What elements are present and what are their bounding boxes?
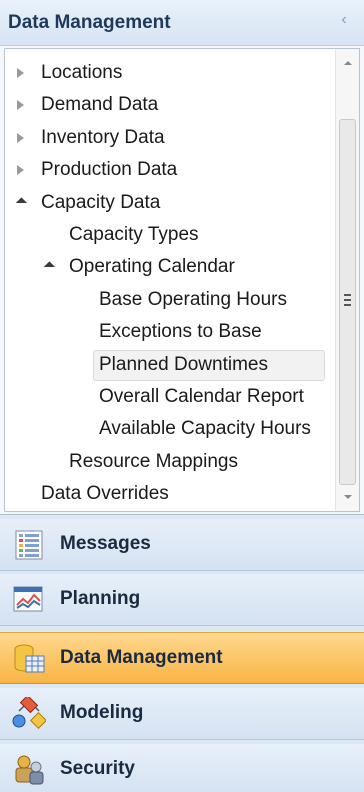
nav-button-security[interactable]: Security (0, 744, 364, 792)
tree-item-production-data[interactable]: Production Data (5, 154, 325, 186)
tree-item-label: Overall Calendar Report (99, 386, 304, 407)
navigation-tree: Locations Demand Data Inventory Data Produc… (4, 48, 360, 512)
tree-item-label: Inventory Data (41, 126, 165, 148)
chevron-left-icon[interactable]: ‹ (336, 10, 352, 30)
tree-item-capacity-types[interactable]: Capacity Types (5, 219, 325, 251)
panel-header: Data Management ‹ (0, 0, 364, 46)
nav-button-modeling[interactable]: Modeling (0, 688, 364, 740)
tree-item-overall-calendar-report[interactable]: Overall Calendar Report (5, 381, 325, 413)
planning-chart-icon (12, 583, 46, 617)
tree-item-label: Locations (41, 62, 123, 83)
tree-item-planned-downtimes[interactable]: Planned Downtimes (5, 349, 325, 381)
tree-item-label: Planned Downtimes (99, 353, 268, 375)
collapse-arrow-icon[interactable] (13, 187, 28, 219)
tree-item-label: Exceptions to Base (99, 321, 262, 343)
expand-arrow-icon[interactable] (13, 122, 27, 154)
collapse-arrow-icon[interactable] (41, 251, 56, 283)
tree-item-locations[interactable]: Locations (5, 57, 325, 89)
nav-button-label: Messages (60, 533, 151, 554)
nav-button-label: Modeling (60, 702, 144, 723)
scroll-down-arrow-icon[interactable] (336, 487, 359, 507)
tree-item-inventory-data[interactable]: Inventory Data (5, 122, 325, 154)
nav-button-label: Security (60, 758, 135, 779)
nav-button-label: Planning (60, 588, 141, 609)
expand-arrow-icon[interactable] (13, 154, 27, 186)
scroll-up-arrow-icon[interactable] (336, 53, 359, 73)
modeling-shapes-icon (12, 694, 47, 731)
tree-item-label: Capacity Types (69, 224, 199, 245)
tree-item-label: Capacity Data (41, 191, 161, 213)
navigation-pane-buttons: Messages Planning Data Management Modeling S… (0, 514, 364, 792)
expand-arrow-icon[interactable] (13, 57, 27, 89)
vertical-scrollbar[interactable] (335, 49, 359, 511)
database-table-icon (12, 642, 46, 676)
nav-button-messages[interactable]: Messages (0, 519, 364, 571)
tree-item-label: Demand Data (41, 94, 159, 116)
security-keys-icon (12, 753, 46, 787)
messages-grid-icon (12, 528, 46, 562)
tree-item-capacity-data[interactable]: Capacity Data (5, 187, 325, 219)
tree-item-base-operating-hours[interactable]: Base Operating Hours (5, 284, 325, 316)
tree-item-label: Base Operating Hours (99, 288, 287, 310)
expand-arrow-icon[interactable] (13, 89, 27, 121)
nav-button-data-management[interactable]: Data Management (0, 632, 364, 684)
grip-icon (344, 294, 351, 306)
nav-button-planning[interactable]: Planning (0, 574, 364, 626)
tree-item-exceptions-to-base[interactable]: Exceptions to Base (5, 316, 325, 348)
tree-item-resource-mappings[interactable]: Resource Mappings (5, 446, 325, 478)
tree-item-label: Available Capacity Hours (99, 418, 311, 440)
tree-item-demand-data[interactable]: Demand Data (5, 89, 325, 121)
tree-item-available-capacity-hours[interactable]: Available Capacity Hours (5, 413, 325, 445)
nav-button-label: Data Management (60, 647, 223, 668)
tree-item-data-overrides[interactable]: Data Overrides (5, 478, 325, 510)
tree-item-label: Resource Mappings (69, 450, 238, 472)
panel-title: Data Management (8, 12, 171, 33)
tree-item-label: Operating Calendar (69, 256, 235, 278)
tree-item-operating-calendar[interactable]: Operating Calendar (5, 251, 325, 283)
scroll-thumb[interactable] (339, 119, 356, 485)
tree-item-label: Production Data (41, 159, 178, 181)
tree-item-label: Data Overrides (41, 483, 169, 505)
